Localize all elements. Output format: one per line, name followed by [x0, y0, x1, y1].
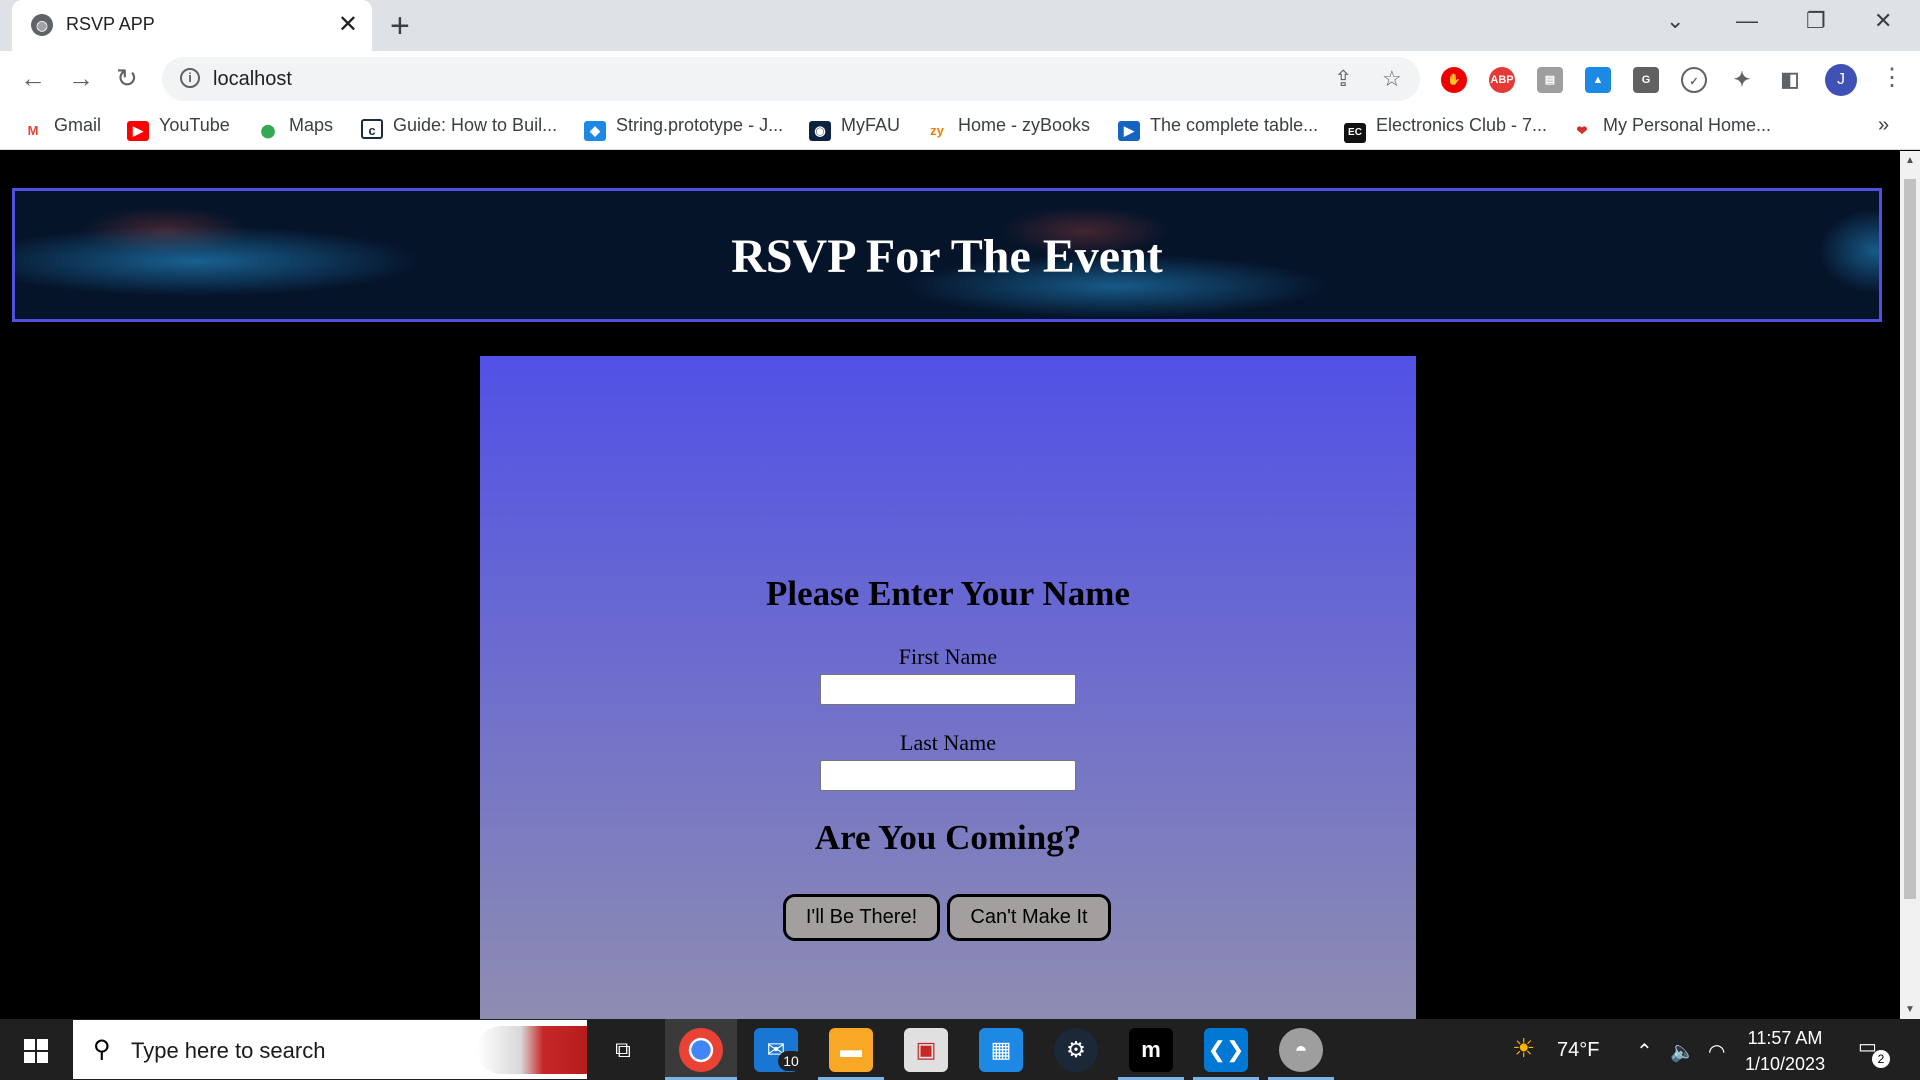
first-name-label: First Name — [898, 644, 998, 669]
bookmark-zybooks[interactable]: zy Home - zyBooks — [926, 115, 1090, 141]
wifi-icon[interactable]: ◠ — [1708, 1039, 1725, 1064]
tab-strip: ◍ RSVP APP ✕ + ⌄ — ❐ ✕ — [0, 0, 1920, 51]
zybooks-icon: zy — [930, 123, 944, 138]
mail-badge: 10 — [778, 1051, 804, 1071]
not-attending-button[interactable]: Can't Make It — [947, 894, 1111, 941]
tab-rsvp-app[interactable]: ◍ RSVP APP ✕ — [12, 0, 372, 51]
tab-title: RSVP APP — [66, 14, 155, 34]
last-name-label: Last Name — [900, 730, 996, 755]
scroll-down-icon[interactable]: ▼ — [1905, 1004, 1915, 1015]
share-icon[interactable]: ⇪ — [1334, 66, 1352, 92]
shield-icon[interactable]: ✓ — [1681, 67, 1707, 93]
forward-arrow-icon[interactable]: → — [68, 63, 94, 94]
clock-date: 1/10/2023 — [1745, 1054, 1826, 1074]
search-icon: ⚲ — [93, 1036, 111, 1063]
header-banner: RSVP For The Event — [12, 188, 1882, 322]
bookmark-complete-table[interactable]: ▶ The complete table... — [1118, 115, 1318, 141]
bookmark-gmail[interactable]: M Gmail — [22, 115, 101, 141]
rsvp-form: Please Enter Your Name First Name Last N… — [480, 356, 1416, 1019]
bookmark-maps[interactable]: ⬤ Maps — [257, 115, 333, 141]
clock-time: 11:57 AM — [1747, 1028, 1823, 1048]
page-title: RSVP For The Event — [731, 230, 1163, 283]
volume-icon[interactable]: 🔈 — [1670, 1039, 1695, 1064]
tray-overflow-icon[interactable]: ⌃ — [1636, 1039, 1653, 1064]
bookmark-guide[interactable]: c Guide: How to Buil... — [361, 115, 557, 139]
name-heading: Please Enter Your Name — [766, 574, 1130, 613]
extensions-puzzle-icon[interactable]: ✦ — [1729, 67, 1755, 93]
bookmark-icon: ▶ — [1118, 121, 1140, 141]
adblock-plus-icon[interactable]: ABP — [1489, 67, 1515, 93]
browser-toolbar: ← → ↻ i localhost ⇪ ☆ ✋ ABP ▤ ▲ G ✓ ✦ ◧ … — [0, 51, 1920, 106]
notification-count-badge: 2 — [1872, 1050, 1890, 1068]
ec-icon: EC — [1344, 123, 1366, 143]
scrollbar-thumb[interactable] — [1904, 179, 1916, 899]
weather-icon[interactable]: ☀ — [1512, 1033, 1535, 1064]
more-bookmarks-icon[interactable]: » — [1878, 114, 1889, 137]
stop-extension-icon[interactable]: ✋ — [1441, 67, 1467, 93]
bookmark-myfau[interactable]: ◉ MyFAU — [809, 115, 900, 141]
windows-taskbar: ⚲ Type here to search ⧉ ✉ 10 ▬ ▣ ▦ ⚙ m ❮… — [0, 1019, 1920, 1080]
maps-icon: ⬤ — [260, 123, 276, 138]
lips-icon: ❤ — [1576, 123, 1588, 138]
file-explorer-icon[interactable]: ▬ — [829, 1028, 873, 1072]
attendance-heading: Are You Coming? — [814, 818, 1082, 857]
weather-temperature[interactable]: 74°F — [1557, 1039, 1599, 1062]
owl-icon: ◉ — [809, 121, 831, 141]
site-info-icon[interactable]: i — [180, 68, 200, 88]
minimize-button[interactable]: — — [1736, 8, 1758, 34]
page-scrollbar[interactable]: ▲ ▼ — [1900, 151, 1920, 1019]
bookmarks-bar: M Gmail ▶ YouTube ⬤ Maps c Guide: How to Bui… — [0, 106, 1920, 150]
calendar-icon[interactable]: ▦ — [979, 1028, 1023, 1072]
close-tab-icon[interactable]: ✕ — [338, 10, 358, 39]
restore-button[interactable]: ❐ — [1806, 8, 1826, 34]
globe-icon: ◍ — [31, 14, 53, 36]
vscode-icon[interactable]: ❮❯ — [1204, 1028, 1248, 1072]
google-drive-icon[interactable]: ▲ — [1585, 67, 1611, 93]
bookmark-electronics-club[interactable]: EC Electronics Club - 7... — [1344, 115, 1547, 143]
youtube-icon: ▶ — [127, 121, 149, 141]
side-panel-icon[interactable]: ◧ — [1777, 67, 1803, 93]
scroll-up-icon[interactable]: ▲ — [1905, 155, 1915, 166]
page-viewport: RSVP For The Event Please Enter Your Nam… — [0, 151, 1900, 1019]
extension-cg-icon[interactable]: G — [1633, 67, 1659, 93]
address-bar[interactable]: i localhost ⇪ ☆ — [162, 57, 1420, 101]
back-arrow-icon[interactable]: ← — [20, 63, 46, 94]
github-desktop-icon[interactable]: ◓ — [1279, 1028, 1323, 1072]
c-icon: c — [361, 119, 383, 139]
search-placeholder: Type here to search — [131, 1038, 326, 1063]
search-highlight-image — [477, 1026, 587, 1074]
rgb-app-icon[interactable]: m — [1129, 1028, 1173, 1072]
profile-avatar[interactable]: J — [1825, 64, 1857, 96]
bookmark-star-icon[interactable]: ☆ — [1382, 66, 1402, 92]
gmail-icon: M — [27, 123, 39, 138]
attending-button[interactable]: I'll Be There! — [783, 894, 940, 941]
first-name-input[interactable] — [820, 674, 1076, 705]
close-window-button[interactable]: ✕ — [1874, 8, 1892, 34]
more-menu-icon[interactable]: ⋮ — [1880, 63, 1904, 92]
bookmark-personal-home[interactable]: ❤ My Personal Home... — [1571, 115, 1772, 141]
mdn-icon: ◆ — [584, 121, 606, 141]
tab-search-chevron-icon[interactable]: ⌄ — [1666, 8, 1684, 34]
steam-icon[interactable]: ⚙ — [1054, 1028, 1098, 1072]
bookmark-youtube[interactable]: ▶ YouTube — [127, 115, 230, 141]
new-tab-button[interactable]: + — [390, 7, 410, 46]
photos-icon[interactable]: ▣ — [904, 1028, 948, 1072]
bookmark-string-prototype[interactable]: ◆ String.prototype - J... — [584, 115, 783, 141]
cast-extension-icon[interactable]: ▤ — [1537, 67, 1563, 93]
url-text[interactable]: localhost — [213, 68, 292, 91]
reload-icon[interactable]: ↻ — [116, 63, 138, 94]
system-clock[interactable]: 11:57 AM 1/10/2023 — [1745, 1025, 1825, 1077]
last-name-input[interactable] — [820, 760, 1076, 791]
taskbar-search-box[interactable]: ⚲ Type here to search — [73, 1020, 587, 1079]
task-view-icon[interactable]: ⧉ — [601, 1028, 645, 1072]
windows-start-icon[interactable] — [24, 1039, 48, 1063]
chrome-icon[interactable] — [679, 1028, 723, 1072]
